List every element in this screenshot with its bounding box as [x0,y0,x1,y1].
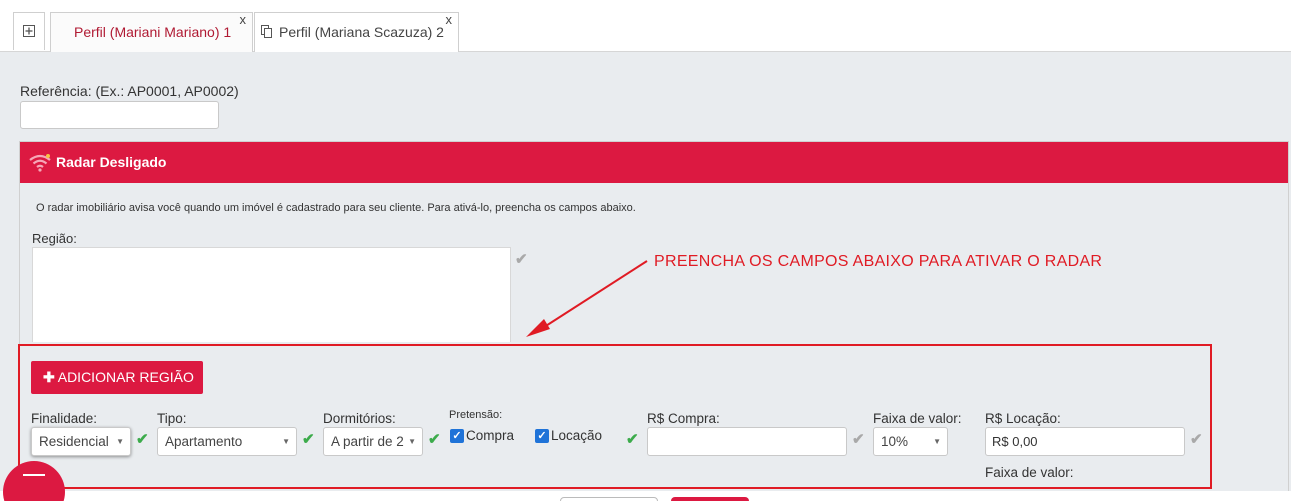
reference-label: Referência: (Ex.: AP0001, AP0002) [20,83,239,99]
check-icon: ✔ [302,431,315,448]
close-tab-icon[interactable]: x [240,1,247,39]
region-textarea[interactable] [32,247,511,342]
tab-label: Perfil (Mariani Mariano) 1 [74,24,232,40]
annotation-arrow [526,260,648,337]
tab-profile-2[interactable]: Perfil (Mariana Scazuza) 2 x [254,12,459,52]
compra-label: Compra [466,428,515,443]
dormitorios-select[interactable]: A partir de 2 ▼ [323,427,423,456]
region-label: Região: [32,231,77,246]
check-icon: ✔ [136,431,149,448]
check-icon: ✔ [1190,431,1203,448]
faixa-compra-label: Faixa de valor: [873,411,962,426]
locacao-valor-input[interactable]: R$ 0,00 [985,427,1185,456]
faixa-locacao-label: Faixa de valor: [985,465,1074,480]
reference-input[interactable] [20,101,219,129]
finalidade-label: Finalidade: [31,411,98,426]
locacao-checkbox[interactable]: ✓ [535,429,549,443]
tipo-value: Apartamento [165,434,243,449]
dormitorios-label: Dormitórios: [323,411,396,426]
plus-square-icon [23,25,35,37]
save-button[interactable] [671,497,749,501]
compra-checkbox[interactable]: ✓ [450,429,464,443]
tipo-select[interactable]: Apartamento ▼ [157,427,297,456]
locacao-label: Locação [551,428,603,443]
close-tab-icon[interactable]: x [446,1,453,39]
check-icon: ✔ [428,431,441,448]
compra-valor-label: R$ Compra: [647,411,720,426]
compra-valor-input[interactable] [647,427,847,456]
copy-icon [261,25,272,38]
chevron-down-icon: ▼ [282,437,290,446]
faixa-compra-select[interactable]: 10% ▼ [873,427,948,456]
check-icon: ✔ [626,431,639,448]
dormitorios-value: A partir de 2 [331,434,404,449]
cancel-button[interactable] [560,497,658,501]
pretensao-label: Pretensão: [449,409,503,421]
chat-icon [23,474,45,492]
add-region-button[interactable]: ✚ ADICIONAR REGIÃO [31,361,203,394]
check-icon: ✔ [852,431,865,448]
add-tab-button[interactable] [13,12,45,50]
radar-title: Radar Desligado [56,154,167,170]
chevron-down-icon: ▼ [116,437,124,446]
radar-header: Radar Desligado [20,142,1288,183]
finalidade-select[interactable]: Residencial ▼ [31,427,131,456]
faixa-compra-value: 10% [881,434,909,449]
plus-icon: ✚ [43,369,55,385]
add-region-label: ADICIONAR REGIÃO [57,369,194,385]
radar-description: O radar imobiliário avisa você quando um… [36,202,636,214]
tipo-label: Tipo: [157,411,187,426]
tab-profile-1[interactable]: Perfil (Mariani Mariano) 1 x [50,12,253,52]
finalidade-value: Residencial [39,434,109,449]
wifi-off-icon [29,154,51,172]
locacao-valor-label: R$ Locação: [985,411,1061,426]
annotation-text: PREENCHA OS CAMPOS ABAIXO PARA ATIVAR O … [654,253,1103,270]
chevron-down-icon: ▼ [933,437,941,446]
tab-bar: Perfil (Mariani Mariano) 1 x Perfil (Mar… [0,0,1291,52]
tab-label: Perfil (Mariana Scazuza) 2 [279,24,444,40]
chevron-down-icon: ▼ [408,437,416,446]
